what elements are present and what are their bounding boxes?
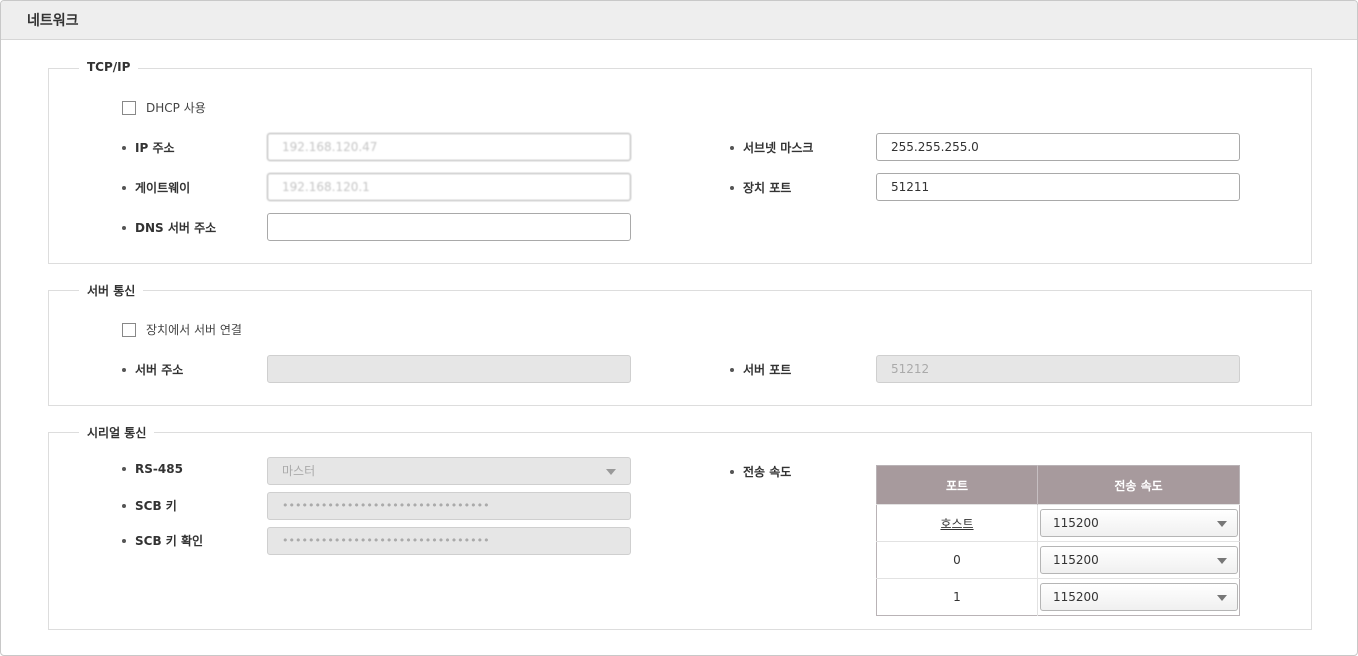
bullet-icon (730, 145, 734, 150)
server-port-label: 서버 포트 (730, 361, 791, 378)
table-header-row: 포트 전송 속도 (876, 465, 1240, 505)
panel-header: 네트워크 (1, 1, 1357, 40)
ip-label-text: IP 주소 (135, 141, 175, 155)
bullet-icon (122, 225, 126, 230)
baud-column-header: 전송 속도 (1037, 465, 1240, 505)
dhcp-checkbox[interactable] (122, 100, 136, 115)
device-port-label: 장치 포트 (730, 179, 791, 196)
bullet-icon (730, 469, 734, 474)
server-address-label: 서버 주소 (122, 361, 183, 378)
rs485-label-text: RS-485 (135, 462, 183, 476)
server-connect-option[interactable]: 장치에서 서버 연결 (122, 321, 242, 338)
tcpip-legend: TCP/IP (79, 60, 139, 74)
chevron-down-icon (1217, 558, 1227, 564)
rs485-label: RS-485 (122, 462, 183, 476)
baud-value: 115200 (1053, 590, 1099, 604)
chevron-down-icon (606, 469, 616, 475)
bullet-icon (730, 367, 734, 372)
subnet-input[interactable]: 255.255.255.0 (876, 133, 1240, 161)
server-group: 서버 통신 장치에서 서버 연결 서버 주소 서버 포트 51212 (48, 282, 1312, 406)
server-connect-label: 장치에서 서버 연결 (146, 323, 242, 337)
ip-input[interactable]: 192.168.120.47 (267, 133, 631, 161)
baud-label: 전송 속도 (730, 463, 791, 480)
tcpip-group: TCP/IP DHCP 사용 IP 주소 192.168.120.47 서브넷 … (48, 60, 1312, 264)
baud-cell: 115200 (1037, 578, 1240, 616)
table-row: 0 115200 (876, 541, 1240, 579)
baud-cell: 115200 (1037, 541, 1240, 579)
port-column-header: 포트 (876, 465, 1038, 505)
chevron-down-icon (1217, 521, 1227, 527)
bullet-icon (122, 367, 126, 372)
bullet-icon (122, 145, 126, 150)
dhcp-label: DHCP 사용 (146, 101, 206, 115)
bullet-icon (122, 467, 126, 471)
port-cell: 1 (876, 578, 1038, 616)
serial-legend: 시리얼 통신 (79, 424, 155, 441)
server-address-input (267, 355, 631, 383)
baud-value: 115200 (1053, 553, 1099, 567)
device-port-label-text: 장치 포트 (743, 181, 792, 195)
page-title: 네트워크 (27, 13, 79, 29)
serial-group: 시리얼 통신 RS-485 마스터 SCB 키 ••••••••••••••••… (48, 424, 1312, 630)
gateway-label: 게이트웨이 (122, 179, 190, 196)
baud-cell: 115200 (1037, 504, 1240, 542)
scb-key-label-text: SCB 키 (135, 499, 177, 513)
bullet-icon (730, 185, 734, 190)
port-cell: 0 (876, 541, 1038, 579)
scb-confirm-input: •••••••••••••••••••••••••••••••• (267, 527, 631, 555)
dhcp-option[interactable]: DHCP 사용 (122, 99, 206, 116)
scb-key-input: •••••••••••••••••••••••••••••••• (267, 492, 631, 520)
dns-label-text: DNS 서버 주소 (135, 221, 217, 235)
dns-input[interactable] (267, 213, 631, 241)
subnet-label: 서브넷 마스크 (730, 139, 813, 156)
server-port-label-text: 서버 포트 (743, 363, 792, 377)
dns-label: DNS 서버 주소 (122, 219, 216, 236)
subnet-label-text: 서브넷 마스크 (743, 141, 814, 155)
server-legend: 서버 통신 (79, 282, 144, 299)
baud-value: 115200 (1053, 516, 1099, 530)
server-connect-checkbox[interactable] (122, 322, 136, 337)
chevron-down-icon (1217, 595, 1227, 601)
scb-confirm-label-text: SCB 키 확인 (135, 534, 204, 548)
server-port-input: 51212 (876, 355, 1240, 383)
scb-confirm-label: SCB 키 확인 (122, 532, 203, 549)
port-cell: 호스트 (876, 504, 1038, 542)
baud-label-text: 전송 속도 (743, 465, 792, 479)
ip-label: IP 주소 (122, 139, 175, 156)
table-row: 호스트 115200 (876, 504, 1240, 542)
bullet-icon (122, 185, 126, 190)
device-port-input[interactable]: 51211 (876, 173, 1240, 201)
baud-select-port-0[interactable]: 115200 (1040, 546, 1238, 574)
baud-select-host[interactable]: 115200 (1040, 509, 1238, 537)
baud-rate-table: 포트 전송 속도 호스트 115200 0 115200 1 115200 (876, 465, 1240, 616)
baud-select-port-1[interactable]: 115200 (1040, 583, 1238, 611)
gateway-label-text: 게이트웨이 (135, 181, 191, 195)
rs485-select: 마스터 (267, 457, 631, 485)
host-port-link[interactable]: 호스트 (940, 517, 973, 531)
server-address-label-text: 서버 주소 (135, 363, 184, 377)
table-row: 1 115200 (876, 578, 1240, 616)
network-panel: 네트워크 TCP/IP DHCP 사용 IP 주소 192.168.120.47… (0, 0, 1358, 656)
gateway-input[interactable]: 192.168.120.1 (267, 173, 631, 201)
bullet-icon (122, 503, 126, 508)
scb-key-label: SCB 키 (122, 497, 177, 514)
bullet-icon (122, 538, 126, 543)
rs485-value: 마스터 (282, 464, 316, 478)
